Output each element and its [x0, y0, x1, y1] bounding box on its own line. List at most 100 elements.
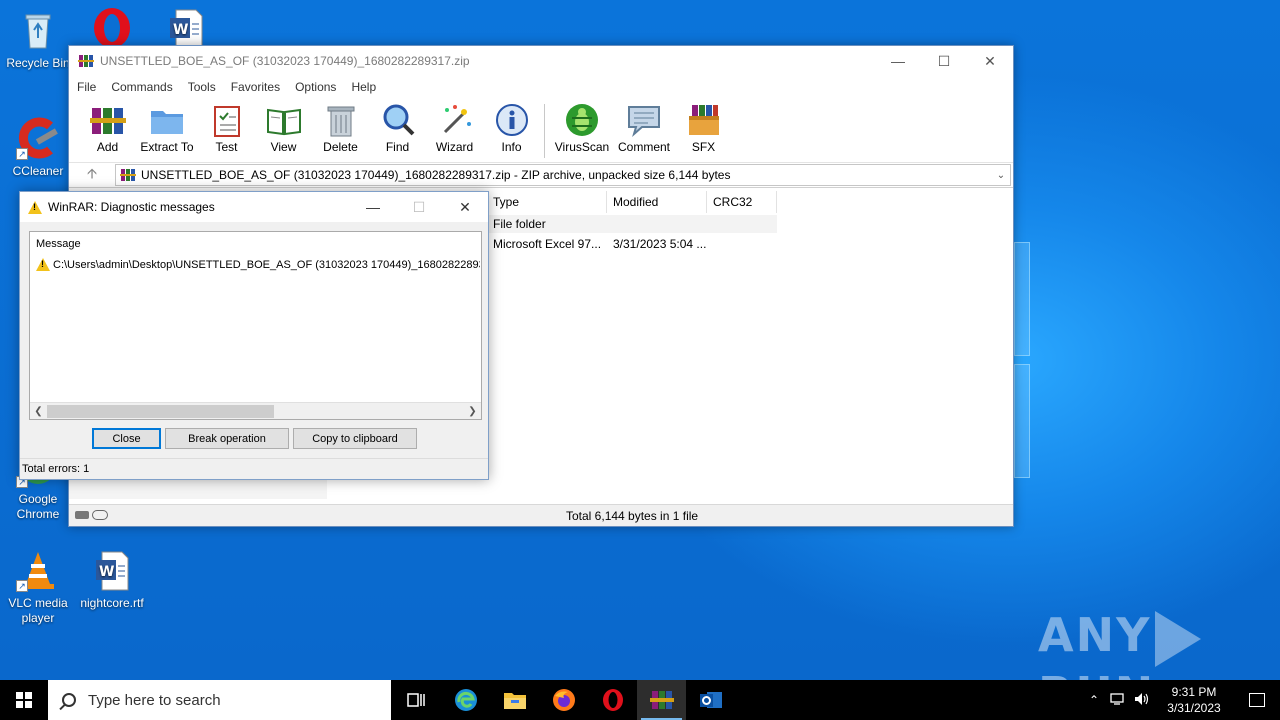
column-header-type[interactable]: Type: [487, 191, 607, 213]
windows-logo-icon: [16, 692, 32, 708]
clock[interactable]: 9:31 PM 3/31/2023: [1154, 684, 1234, 716]
comment-icon: [626, 102, 662, 138]
network-icon[interactable]: [1106, 692, 1130, 709]
svg-text:W: W: [99, 564, 114, 580]
system-tray: ⌃ 9:31 PM 3/31/2023: [1082, 680, 1280, 720]
message-list[interactable]: Message C:\Users\admin\Desktop\UNSETTLED…: [29, 231, 482, 420]
message-column-header: Message: [36, 238, 81, 250]
show-hidden-icons-chevron-up-icon[interactable]: ⌃: [1082, 693, 1106, 707]
menu-file[interactable]: File: [77, 80, 104, 94]
taskbar: Type here to search ⌃ 9:31 PM 3/31/2023: [0, 680, 1280, 720]
add-button[interactable]: Add: [79, 98, 136, 154]
desktop-icon-recycle-bin[interactable]: Recycle Bin: [0, 8, 76, 71]
up-one-level-button[interactable]: 🡩: [69, 163, 115, 187]
message-row[interactable]: C:\Users\admin\Desktop\UNSETTLED_BOE_AS_…: [36, 258, 480, 271]
taskbar-winrar[interactable]: [637, 680, 686, 720]
dialog-minimize-button[interactable]: —: [350, 192, 396, 222]
find-button[interactable]: Find: [369, 98, 426, 154]
menu-commands[interactable]: Commands: [111, 80, 180, 94]
delete-button[interactable]: Delete: [312, 98, 369, 154]
sfx-button[interactable]: SFX: [675, 98, 732, 154]
desktop-icon-nightcore[interactable]: W nightcore.rtf: [74, 548, 150, 611]
comment-button[interactable]: Comment: [613, 98, 675, 154]
extract-to-button[interactable]: Extract To: [136, 98, 198, 154]
task-view-icon: [406, 693, 425, 707]
view-label: View: [270, 140, 297, 154]
notification-icon: [1249, 693, 1265, 707]
desktop-icon-ccleaner[interactable]: ↗ CCleaner: [0, 116, 76, 179]
info-button[interactable]: Info: [483, 98, 540, 154]
menu-favorites[interactable]: Favorites: [231, 80, 288, 94]
maximize-button[interactable]: ☐: [921, 46, 967, 76]
minimize-button[interactable]: —: [875, 46, 921, 76]
taskbar-edge[interactable]: [441, 680, 490, 720]
scroll-left-arrow[interactable]: ❮: [30, 404, 47, 419]
archive-path-text: UNSETTLED_BOE_AS_OF (31032023 170449)_16…: [141, 168, 731, 182]
wallpaper-logo-pane: [1014, 242, 1030, 356]
folder-icon: [149, 102, 185, 138]
virusscan-label: VirusScan: [554, 140, 610, 154]
dialog-close-button[interactable]: ✕: [442, 192, 488, 222]
drive-icon: [75, 511, 89, 519]
shortcut-arrow-icon: ↗: [16, 580, 28, 592]
start-button[interactable]: [0, 680, 48, 720]
copy-to-clipboard-button[interactable]: Copy to clipboard: [293, 428, 417, 449]
virusscan-button[interactable]: VirusScan: [551, 98, 613, 154]
diagnostic-dialog[interactable]: WinRAR: Diagnostic messages — ☐ ✕ Messag…: [19, 191, 489, 480]
clock-date: 3/31/2023: [1167, 701, 1221, 715]
test-button[interactable]: Test: [198, 98, 255, 154]
dialog-title: WinRAR: Diagnostic messages: [48, 200, 215, 214]
column-header-crc32[interactable]: CRC32: [707, 191, 777, 213]
trash-icon: [323, 102, 359, 138]
winrar-app-icon: [78, 55, 94, 67]
status-bar: Total 6,144 bytes in 1 file: [69, 504, 1013, 526]
winrar-app-icon: [649, 691, 674, 709]
anyrun-watermark: ANY RUN: [1038, 608, 1280, 680]
dialog-maximize-button: ☐: [412, 198, 426, 215]
scroll-right-arrow[interactable]: ❯: [464, 404, 481, 419]
view-button[interactable]: View: [255, 98, 312, 154]
close-button[interactable]: Close: [92, 428, 161, 449]
taskbar-opera[interactable]: [588, 680, 637, 720]
message-text: C:\Users\admin\Desktop\UNSETTLED_BOE_AS_…: [53, 258, 480, 271]
search-placeholder: Type here to search: [88, 691, 221, 709]
desktop-icon-vlc[interactable]: ↗ VLC media player: [0, 548, 76, 626]
scroll-thumb[interactable]: [47, 405, 274, 418]
close-window-button[interactable]: ✕: [967, 46, 1013, 76]
wallpaper-logo-pane: [1014, 364, 1030, 478]
winrar-titlebar[interactable]: UNSETTLED_BOE_AS_OF (31032023 170449)_16…: [69, 46, 1013, 76]
warning-icon: [28, 200, 42, 214]
desktop-icon-label: Recycle Bin: [6, 56, 70, 70]
chevron-down-icon[interactable]: ⌄: [992, 170, 1010, 181]
taskbar-search-box[interactable]: Type here to search: [48, 680, 391, 720]
test-label: Test: [215, 140, 238, 154]
archive-path-field[interactable]: UNSETTLED_BOE_AS_OF (31032023 170449)_16…: [115, 164, 1011, 186]
book-icon: [266, 102, 302, 138]
menu-help[interactable]: Help: [351, 80, 384, 94]
add-books-icon: [89, 102, 126, 138]
dialog-titlebar[interactable]: WinRAR: Diagnostic messages — ☐ ✕: [20, 192, 488, 222]
toolbar-separator: [544, 104, 545, 158]
comment-label: Comment: [617, 140, 670, 154]
taskbar-outlook[interactable]: [686, 680, 735, 720]
task-view-button[interactable]: [392, 680, 441, 720]
taskbar-file-explorer[interactable]: [490, 680, 539, 720]
horizontal-scrollbar[interactable]: ❮ ❯: [30, 402, 481, 419]
volume-icon[interactable]: [1130, 692, 1154, 709]
firefox-icon: [552, 689, 575, 711]
menubar: File Commands Tools Favorites Options He…: [69, 76, 1013, 98]
clipboard-check-icon: [209, 102, 245, 138]
menu-options[interactable]: Options: [295, 80, 344, 94]
edge-icon: [454, 689, 477, 711]
break-operation-button[interactable]: Break operation: [165, 428, 289, 449]
word-document-icon: W: [90, 548, 134, 592]
taskbar-firefox[interactable]: [539, 680, 588, 720]
row-type: File folder: [493, 217, 546, 231]
row-type: Microsoft Excel 97...: [493, 237, 602, 251]
notification-center-button[interactable]: [1234, 693, 1280, 707]
wizard-button[interactable]: Wizard: [426, 98, 483, 154]
column-header-modified[interactable]: Modified: [607, 191, 707, 213]
play-triangle-icon: [1155, 610, 1202, 667]
left-pane-strip: [69, 479, 327, 499]
menu-tools[interactable]: Tools: [188, 80, 224, 94]
